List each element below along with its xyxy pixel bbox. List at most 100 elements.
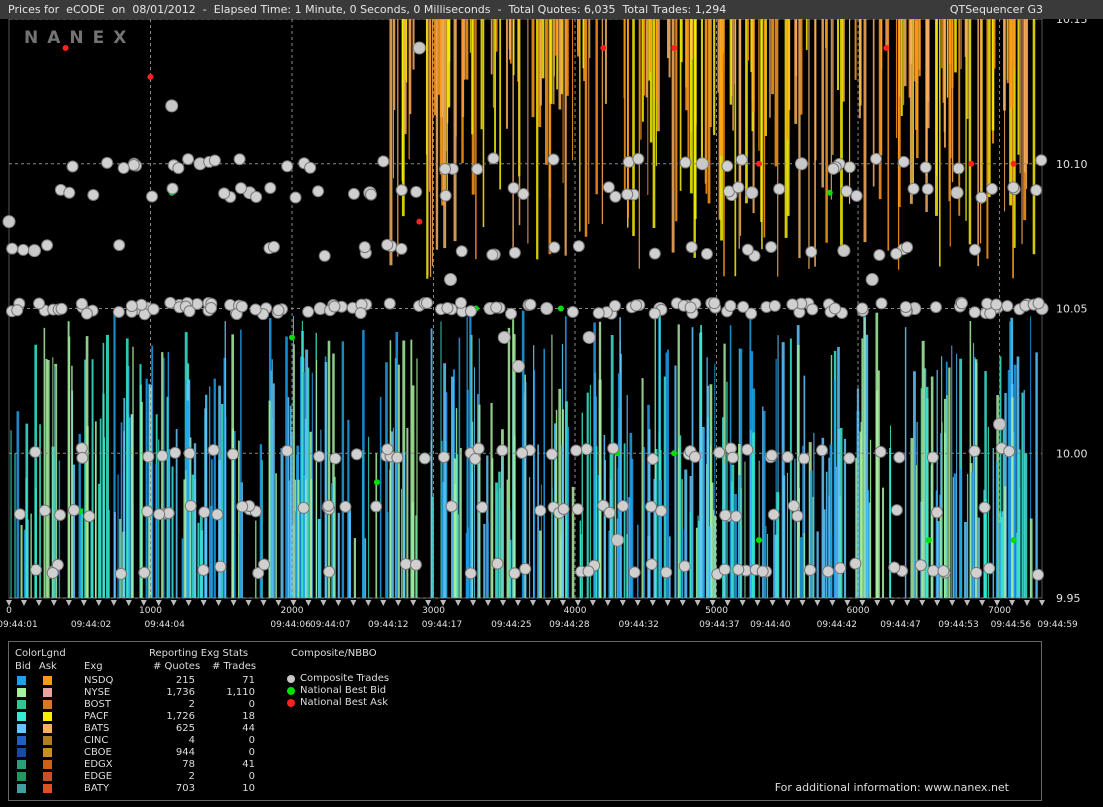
nanex-watermark: NANEX [24,28,135,48]
seq-marker [589,600,596,606]
time-label: 09:44:17 [422,620,462,630]
trade-dot [741,443,754,456]
trade-dot [737,300,750,313]
trade-dot [87,189,100,202]
legend-bid-heading: Bid [15,661,31,672]
trade-dot [805,245,818,258]
trade-dot [718,563,731,576]
trade-dot [897,155,910,168]
bid-swatch [17,736,26,745]
trade-dot [418,452,431,465]
trade-dot [322,499,335,512]
time-label: 09:44:25 [491,620,531,630]
time-label: 09:44:47 [880,620,920,630]
seq-marker [1039,600,1045,606]
trade-dot [655,504,668,517]
time-label: 09:44:28 [549,620,590,630]
trade-dot [524,298,537,311]
seq-marker [949,600,956,606]
trade-dot [328,300,341,313]
seq-marker [739,600,746,606]
trade-dot [899,300,912,313]
info-link[interactable]: For additional information: www.nanex.ne… [775,781,1009,794]
trade-dot [377,155,390,168]
app-name: QTSequencer G3 [949,3,1043,16]
seq-marker [964,600,971,606]
seq-marker [979,600,986,606]
trade-dot [580,443,593,456]
bid-swatch [17,688,26,697]
seq-marker [395,600,402,606]
trade-point [610,533,624,547]
trade-dot [218,187,231,200]
trade-dot [486,248,499,261]
trade-dot [399,558,412,571]
trade-dot [205,302,218,315]
bid-swatch [17,724,26,733]
exchange-name: NYSE [84,687,111,698]
seq-marker [170,600,177,606]
trade-count: 0 [248,735,255,746]
trade-point [27,244,41,258]
seq-marker [679,600,686,606]
trade-dot [395,242,408,255]
quote-count: 2 [188,771,195,782]
trade-dot [445,500,458,513]
trade-dot [968,445,981,458]
quote-count: 944 [175,747,195,758]
chart-title: Prices for eCODE on 08/01/2012 - Elapsed… [8,3,727,16]
x-tick-label: 5000 [705,606,728,616]
seq-marker [260,600,267,606]
trade-dot [937,565,950,578]
trade-dot [685,241,698,254]
trade-dot [607,442,620,455]
trade-dot [828,302,841,315]
bid-swatch [17,700,26,709]
trade-dot [169,446,182,459]
trade-dot [517,188,530,201]
y-tick-label: 9.95 [1056,592,1081,605]
time-label: 09:44:12 [368,620,408,630]
trade-dot [874,445,887,458]
trade-dot [843,161,856,174]
bid-swatch [17,712,26,721]
best-bid-point [289,334,296,341]
nbbo-swatch [287,675,295,683]
trade-dot [127,158,140,171]
trade-dot [557,503,570,516]
best-ask-point [147,73,154,80]
trade-dot [983,562,996,575]
time-label: 09:44:42 [817,620,857,630]
trade-dot [741,243,754,256]
trade-dot [183,447,196,460]
ask-swatch [43,700,52,709]
trade-point [582,330,596,344]
trade-dot [756,565,769,578]
trade-point [993,417,1007,431]
legend-quotes-heading: # Quotes [153,661,201,672]
legend-composite-heading: Composite/NBBO [291,648,377,659]
time-label: 09:44:07 [310,620,350,630]
trade-dot [198,506,211,519]
trade-count: 44 [242,723,255,734]
trade-dot [318,249,331,262]
seq-marker [470,600,477,606]
trade-dot [570,444,583,457]
trade-dot [464,567,477,580]
x-tick-label: 3000 [422,606,445,616]
seq-marker [335,600,342,606]
trade-dot [439,162,452,175]
trade-dot [603,506,616,519]
trade-dot [679,156,692,169]
trade-dot [978,501,991,514]
trade-dot [113,239,126,252]
seq-marker [829,600,836,606]
trade-dot [791,509,804,522]
trade-dot [1007,181,1020,194]
seq-marker [35,600,42,606]
trade-dot [678,560,691,573]
trade-dot [347,187,360,200]
legend-trades-heading: # Trades [212,661,257,672]
x-tick-label: 2000 [281,606,304,616]
trade-dot [632,152,645,165]
